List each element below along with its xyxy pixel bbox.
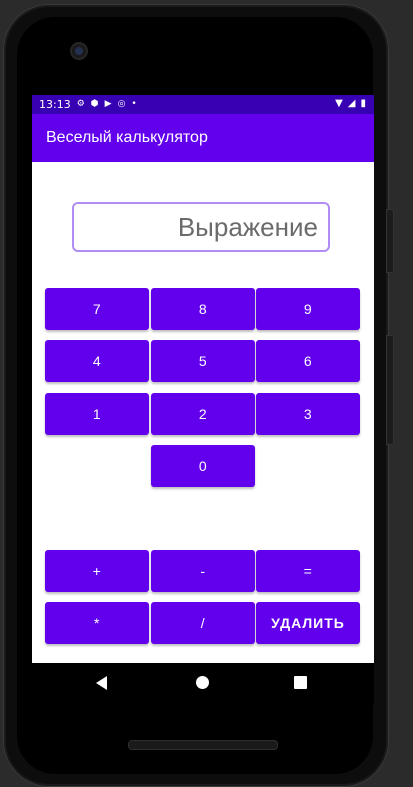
divide-button[interactable]: / [151,602,255,644]
gear-icon: ⚙ [76,99,85,109]
equals-button[interactable]: = [256,550,360,592]
expression-placeholder: Выражение [177,211,318,242]
digit-4-button[interactable]: 4 [45,340,149,382]
play-icon: ▶ [104,99,112,109]
plus-button[interactable]: + [45,550,149,592]
back-icon[interactable] [96,676,107,690]
digit-6-button[interactable]: 6 [256,340,360,382]
digit-8-button[interactable]: 8 [151,288,255,330]
digit-5-button[interactable]: 5 [151,340,255,382]
at-icon: ◎ [117,99,126,109]
digit-3-button[interactable]: 3 [256,393,360,435]
expression-input[interactable]: Выражение [72,202,330,252]
volume-button[interactable] [386,335,394,445]
digit-2-button[interactable]: 2 [151,393,255,435]
speaker-grille [128,740,278,750]
status-time: 13:13 [39,98,71,111]
delete-button[interactable]: УДАЛИТЬ [256,602,360,644]
app-screen: 13:13 ⚙ ⬢ ▶ ◎ • ▼ ◢ ▮ Веселый калькулято… [32,95,374,663]
status-right-icons: ▼ ◢ ▮ [335,98,366,109]
app-bar: Веселый калькулятор [32,114,374,162]
minus-button[interactable]: - [151,550,255,592]
status-bar: 13:13 ⚙ ⬢ ▶ ◎ • ▼ ◢ ▮ [32,95,374,114]
power-button[interactable] [386,209,394,273]
front-camera-icon [70,42,88,60]
emulator-stage: 13:13 ⚙ ⬢ ▶ ◎ • ▼ ◢ ▮ Веселый калькулято… [0,0,413,787]
wifi-icon: ▼ [335,98,343,109]
shield-icon: ⬢ [90,99,99,109]
digit-7-button[interactable]: 7 [45,288,149,330]
multiply-button[interactable]: * [45,602,149,644]
dot-icon: • [131,99,137,109]
digit-1-button[interactable]: 1 [45,393,149,435]
system-nav-bar [32,663,374,705]
app-title: Веселый калькулятор [46,129,208,146]
recents-icon[interactable] [294,676,307,689]
home-icon[interactable] [196,676,209,689]
battery-icon: ▮ [360,98,366,109]
digit-9-button[interactable]: 9 [256,288,360,330]
digit-0-button[interactable]: 0 [151,445,255,487]
signal-icon: ◢ [347,98,356,109]
